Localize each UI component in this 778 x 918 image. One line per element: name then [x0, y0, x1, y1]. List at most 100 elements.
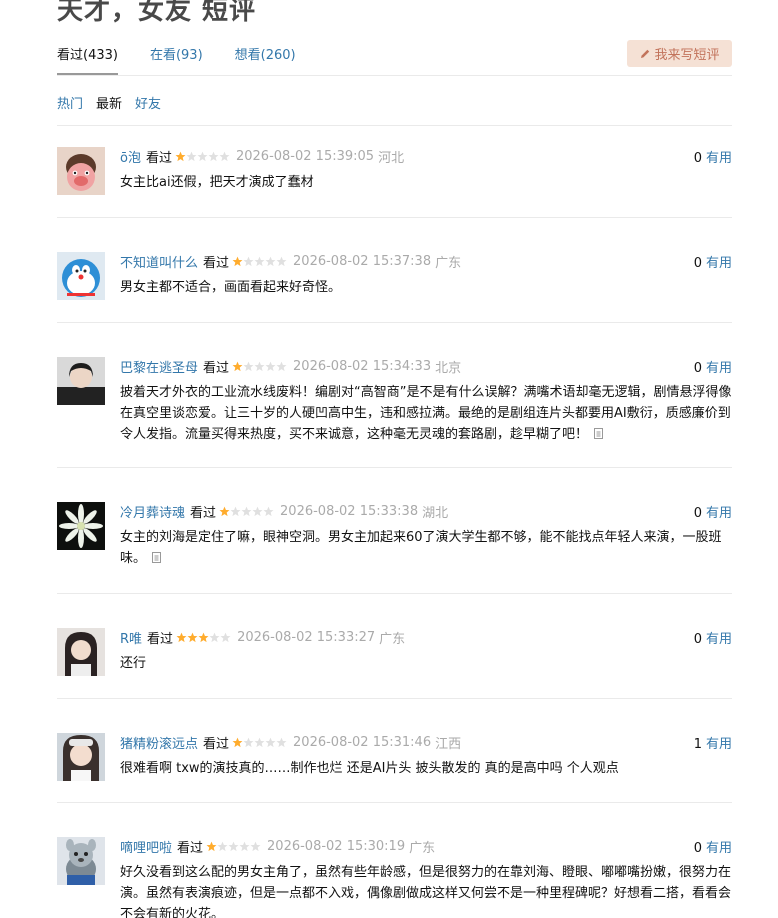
comment-user[interactable]: 巴黎在逃圣母 — [120, 357, 198, 376]
star-empty-icon — [220, 632, 231, 643]
star-empty-icon — [265, 361, 276, 372]
rating-stars — [176, 632, 231, 643]
rating-stars — [219, 506, 274, 517]
star-empty-icon — [243, 361, 254, 372]
vote-useful[interactable]: 0 有用 — [694, 252, 732, 271]
vote-useful-label[interactable]: 有用 — [706, 506, 732, 521]
star-empty-icon — [265, 256, 276, 267]
comment-location: 湖北 — [422, 506, 449, 521]
tab-watched[interactable]: 看过(433) — [57, 44, 118, 76]
star-empty-icon — [186, 151, 197, 162]
avatar[interactable] — [57, 147, 105, 195]
rating-stars — [232, 737, 287, 748]
expand-icon[interactable] — [594, 428, 604, 439]
comment-user[interactable]: ō泡 — [120, 147, 141, 166]
comment-text: 披着天才外衣的工业流水线废料！编剧对“高智商”是不是有什么误解？满嘴术语却毫无逻… — [120, 385, 732, 442]
vote-useful[interactable]: 0 有用 — [694, 502, 732, 521]
comment-text: 很难看啊 txw的演技真的……制作也烂 还是AI片头 披头散发的 真的是高中吗 … — [120, 761, 619, 776]
vote-useful-label[interactable]: 有用 — [706, 151, 732, 166]
sort-options: 热门 最新 好友 — [57, 93, 161, 112]
comment-location: 江西 — [435, 737, 462, 752]
vote-useful[interactable]: 0 有用 — [694, 837, 732, 856]
expand-icon[interactable] — [152, 552, 162, 563]
comment-status: 看过 — [203, 361, 230, 376]
comment-time: 2026-08-02 15:39:05 — [235, 149, 375, 164]
comment-user[interactable]: 嘀哩吧啦 — [120, 837, 172, 856]
rating-stars — [175, 151, 230, 162]
comment-text: 女主的刘海是定住了嘛，眼神空洞。男女主加起来60了演大学生都不够，能不能找点年轻… — [120, 530, 722, 566]
comment-text: 好久没看到这么配的男女主角了，虽然有些年龄感，但是很努力的在靠刘海、瞪眼、嘟嘟嘴… — [120, 865, 732, 918]
star-empty-icon — [276, 256, 287, 267]
divider — [57, 698, 732, 699]
write-review-label: 我来写短评 — [654, 48, 720, 63]
star-filled-icon — [206, 841, 217, 852]
divider — [57, 125, 732, 126]
vote-count: 0 — [693, 151, 702, 166]
star-empty-icon — [209, 632, 220, 643]
comment-user[interactable]: 猪精粉滚远点 — [120, 733, 198, 752]
comment-location: 广东 — [379, 632, 406, 647]
comment-time: 2026-08-02 15:33:27 — [237, 630, 376, 645]
star-empty-icon — [254, 256, 265, 267]
avatar[interactable] — [57, 628, 105, 676]
vote-useful[interactable]: 0 有用 — [694, 147, 732, 166]
sort-hot[interactable]: 热门 — [57, 93, 83, 112]
comment-time: 2026-08-02 15:30:19 — [267, 839, 406, 854]
avatar[interactable] — [57, 502, 105, 550]
vote-count: 0 — [693, 256, 702, 271]
star-filled-icon — [232, 361, 243, 372]
star-empty-icon — [276, 737, 287, 748]
vote-useful-label[interactable]: 有用 — [706, 256, 732, 271]
rating-stars — [232, 256, 287, 267]
tab-want[interactable]: 想看(260) — [235, 44, 296, 74]
vote-useful[interactable]: 0 有用 — [694, 628, 732, 647]
star-empty-icon — [276, 361, 287, 372]
comment-location: 河北 — [378, 151, 405, 166]
vote-useful-label[interactable]: 有用 — [706, 632, 732, 647]
comment-status: 看过 — [203, 256, 230, 271]
star-empty-icon — [243, 737, 254, 748]
star-filled-icon — [219, 506, 230, 517]
comment-text: 女主比ai还假，把天才演成了蠢材 — [120, 175, 314, 190]
tab-bar: 看过(433) 在看(93) 想看(260) — [57, 44, 328, 76]
star-empty-icon — [217, 841, 228, 852]
comment-text-wrap: 披着天才外衣的工业流水线废料！编剧对“高智商”是不是有什么误解？满嘴术语却毫无逻… — [120, 382, 732, 445]
comment-time: 2026-08-02 15:37:38 — [293, 254, 432, 269]
divider — [57, 217, 732, 218]
sort-friends[interactable]: 好友 — [135, 93, 161, 112]
star-empty-icon — [197, 151, 208, 162]
star-filled-icon — [232, 256, 243, 267]
comment-user[interactable]: R唯 — [120, 628, 142, 647]
vote-useful-label[interactable]: 有用 — [706, 737, 732, 752]
avatar[interactable] — [57, 837, 105, 885]
comment-text: 还行 — [120, 656, 147, 671]
vote-useful-label[interactable]: 有用 — [706, 361, 732, 376]
comment-location: 北京 — [435, 361, 462, 376]
vote-count: 1 — [693, 737, 702, 752]
comment-status: 看过 — [145, 151, 172, 166]
comment-user[interactable]: 不知道叫什么 — [120, 252, 198, 271]
divider — [57, 593, 732, 594]
star-empty-icon — [250, 841, 261, 852]
star-empty-icon — [230, 506, 241, 517]
avatar[interactable] — [57, 357, 105, 405]
avatar[interactable] — [57, 252, 105, 300]
star-empty-icon — [241, 506, 252, 517]
vote-useful[interactable]: 1 有用 — [694, 733, 732, 752]
tab-watching[interactable]: 在看(93) — [150, 44, 203, 74]
star-empty-icon — [265, 737, 276, 748]
divider — [57, 467, 732, 468]
avatar[interactable] — [57, 733, 105, 781]
divider — [57, 322, 732, 323]
star-filled-icon — [175, 151, 186, 162]
star-empty-icon — [263, 506, 274, 517]
write-review-button[interactable]: 我来写短评 — [627, 40, 732, 67]
vote-useful[interactable]: 0 有用 — [694, 357, 732, 376]
comment-location: 广东 — [435, 256, 462, 271]
star-empty-icon — [239, 841, 250, 852]
comment-user[interactable]: 冷月葬诗魂 — [120, 502, 185, 521]
sort-latest[interactable]: 最新 — [96, 93, 122, 112]
vote-count: 0 — [693, 841, 702, 856]
comment-status: 看过 — [203, 737, 230, 752]
vote-useful-label[interactable]: 有用 — [706, 841, 732, 856]
